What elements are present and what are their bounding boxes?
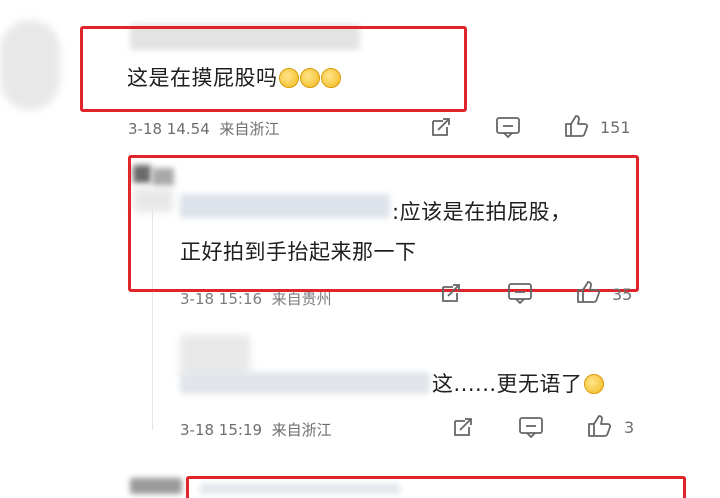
comment-3-like-count: 3 [624, 418, 635, 437]
comment-1-text: 这是在摸屁股吗 [127, 62, 341, 92]
avatar-3-blurred [180, 335, 250, 375]
grin-emoji-icon [583, 374, 604, 394]
avatar-4-blurred [130, 478, 182, 494]
comment-3-text: 这......更无语了 [432, 368, 604, 398]
share-icon[interactable] [428, 114, 454, 140]
share-icon[interactable] [438, 282, 464, 304]
grin-emoji-icon [278, 68, 299, 88]
comment-icon[interactable] [517, 414, 545, 440]
avatar-top-blurred [0, 20, 60, 110]
comment-3-date: 3-18 15:19 来自浙江 [180, 421, 332, 439]
comment-1-date: 3-18 14.54 来自浙江 [128, 120, 280, 138]
username-4-blurred [200, 484, 400, 494]
comment-2-text-line2: 正好拍到手抬起来那一下 [180, 240, 417, 264]
like-icon[interactable] [574, 280, 602, 304]
sweat-emoji-icon [320, 68, 341, 88]
comment-2-text-line1: :应该是在拍屁股， [392, 200, 572, 224]
like-icon[interactable] [562, 112, 590, 140]
username-3-blurred [180, 372, 430, 394]
comment-icon[interactable] [506, 282, 534, 304]
comment-2-date: 3-18 15:16 来自贵州 [180, 290, 332, 308]
share-icon[interactable] [450, 414, 476, 440]
like-icon[interactable] [585, 412, 613, 440]
comment-2-like-count: 35 [612, 285, 633, 304]
comment-icon[interactable] [494, 114, 522, 140]
comment-1-like-count: 151 [600, 118, 631, 137]
laugh-emoji-icon [299, 68, 320, 88]
